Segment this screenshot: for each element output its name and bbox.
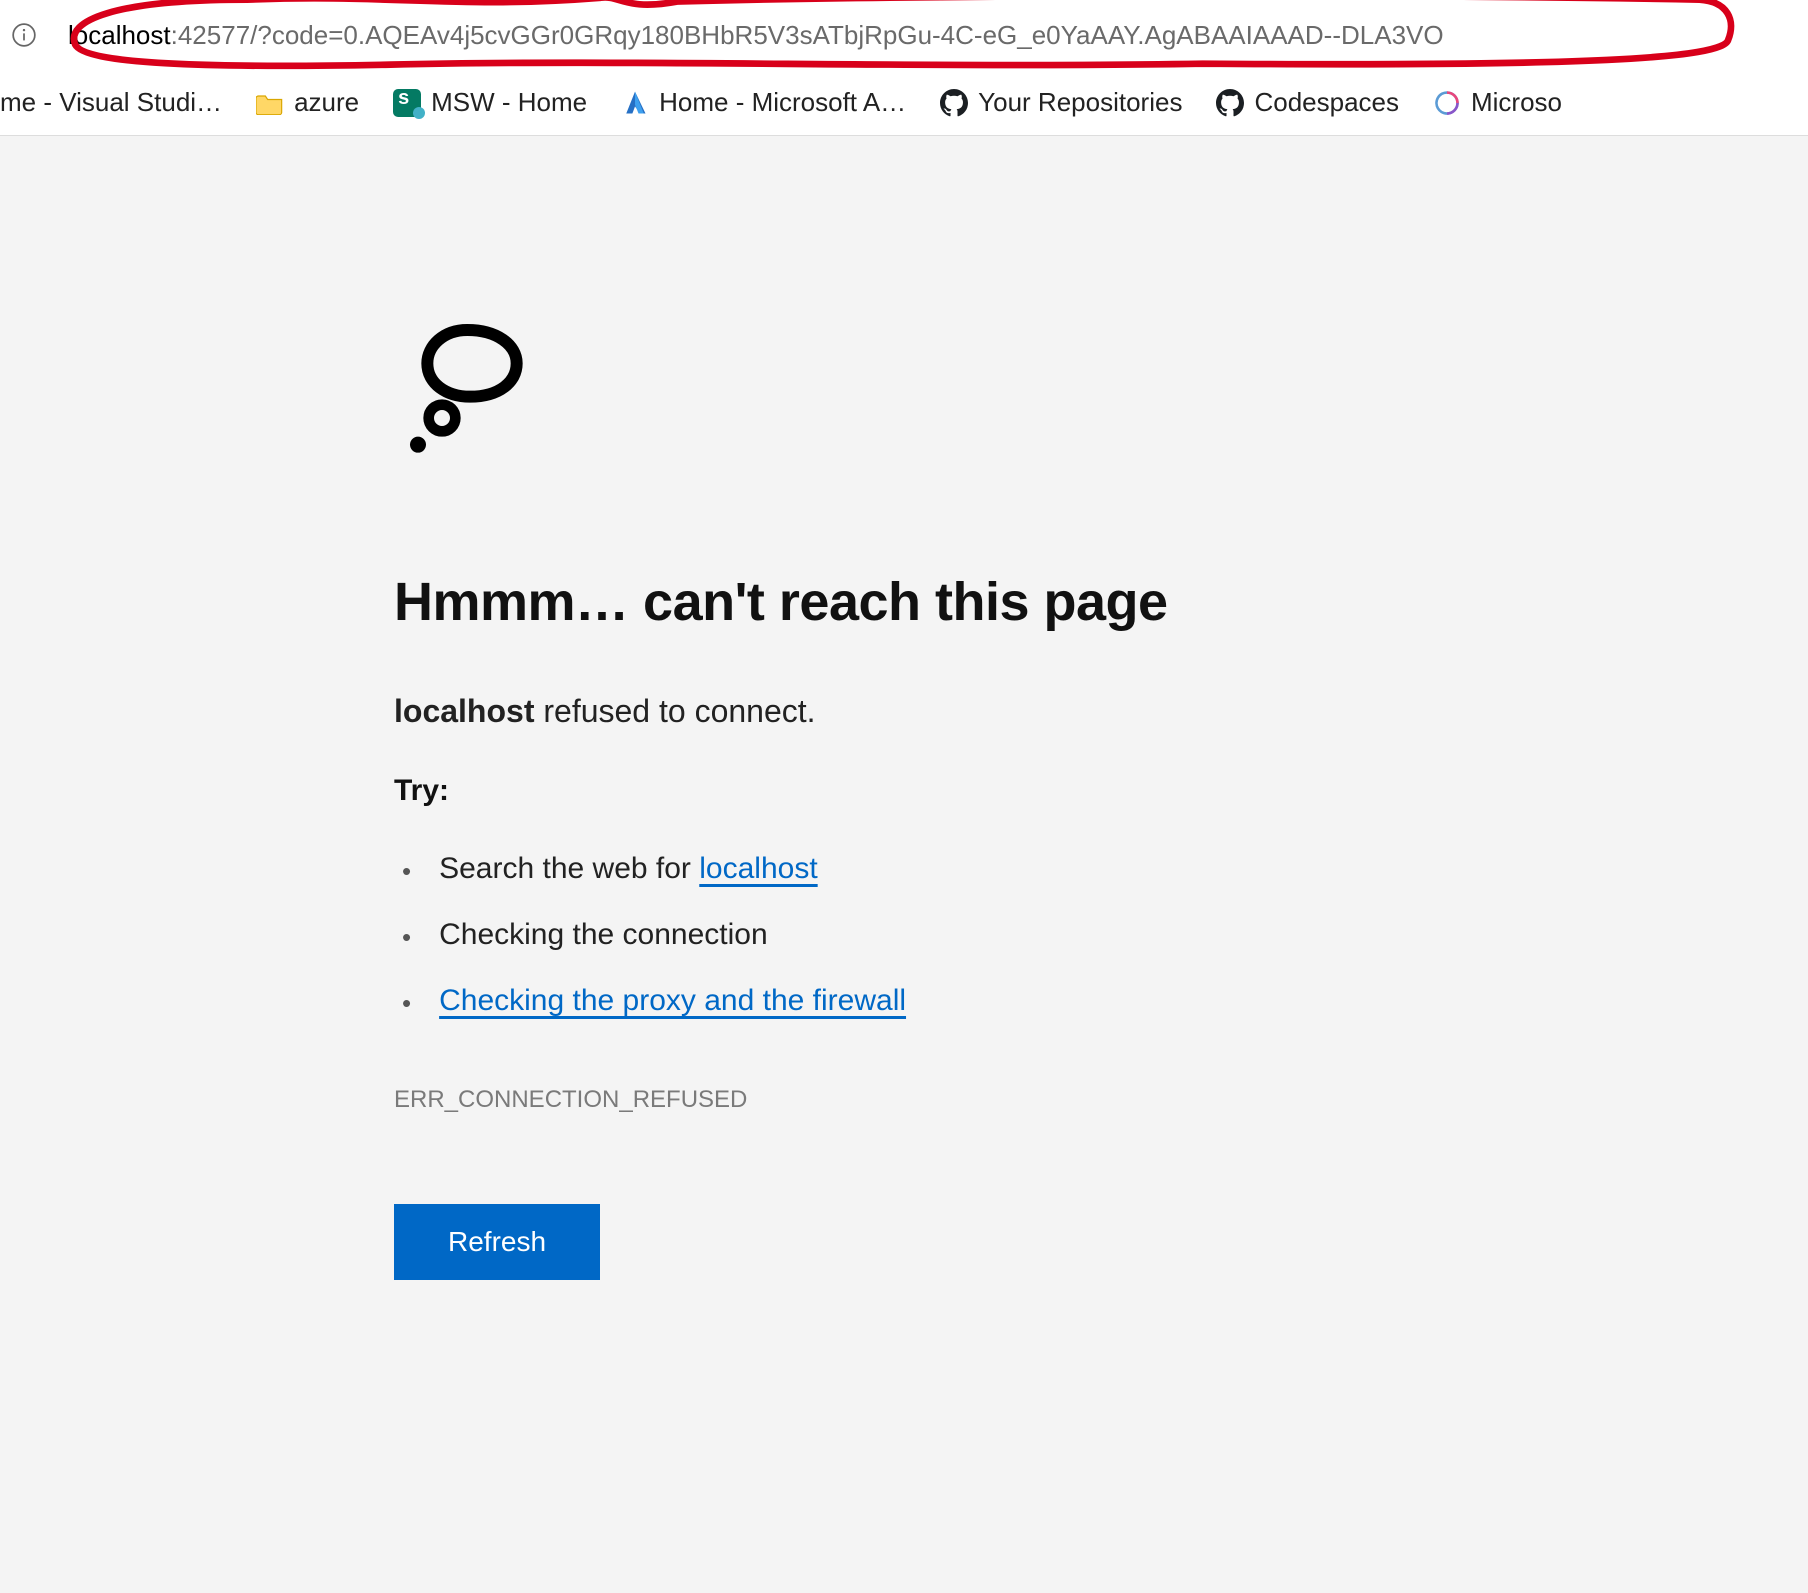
site-info-icon[interactable] [10, 21, 38, 49]
thought-bubble-icon [394, 306, 1414, 471]
copilot-icon [1433, 89, 1461, 117]
bookmark-azure-home[interactable]: Home - Microsoft A… [621, 87, 906, 118]
tip-connection: Checking the connection [394, 904, 1414, 970]
azure-icon [621, 89, 649, 117]
error-box: Hmmm… can't reach this page localhost re… [394, 306, 1414, 1280]
tip-search: Search the web for localhost [394, 838, 1414, 904]
address-bar-container: localhost:42577/?code=0.AQEAv4j5cvGGr0GR… [0, 0, 1808, 70]
error-headline: Hmmm… can't reach this page [394, 571, 1414, 633]
bookmark-label: Codespaces [1254, 87, 1399, 118]
error-page-content: Hmmm… can't reach this page localhost re… [0, 136, 1808, 1280]
refresh-button[interactable]: Refresh [394, 1204, 600, 1280]
tips-list: Search the web for localhost Checking th… [394, 838, 1414, 1036]
sharepoint-icon [393, 89, 421, 117]
try-label: Try: [394, 774, 1414, 808]
bookmark-label: Your Repositories [978, 87, 1182, 118]
tip-search-prefix: Search the web for [439, 852, 699, 885]
bookmark-your-repositories[interactable]: Your Repositories [940, 87, 1182, 118]
tip-proxy: Checking the proxy and the firewall [394, 970, 1414, 1036]
url-host: localhost [68, 20, 171, 51]
bookmark-label: MSW - Home [431, 87, 587, 118]
bookmarks-bar: me - Visual Studi… azure MSW - Home Home… [0, 70, 1808, 136]
address-bar[interactable]: localhost:42577/?code=0.AQEAv4j5cvGGr0GR… [50, 10, 1798, 60]
github-icon [940, 89, 968, 117]
url-path: :42577/?code=0.AQEAv4j5cvGGr0GRqy180BHbR… [171, 20, 1444, 51]
bookmark-label: Microso [1471, 87, 1562, 118]
bookmark-label: me - Visual Studi… [0, 87, 222, 118]
bookmark-azure-folder[interactable]: azure [256, 87, 359, 118]
bookmark-label: Home - Microsoft A… [659, 87, 906, 118]
proxy-firewall-link[interactable]: Checking the proxy and the firewall [439, 984, 906, 1018]
error-code: ERR_CONNECTION_REFUSED [394, 1086, 1414, 1114]
error-subline: localhost refused to connect. [394, 693, 1414, 730]
bookmark-codespaces[interactable]: Codespaces [1216, 87, 1399, 118]
bookmark-msw-home[interactable]: MSW - Home [393, 87, 587, 118]
error-refused-text: refused to connect. [534, 693, 815, 729]
bookmark-microsoft[interactable]: Microso [1433, 87, 1562, 118]
tip-connection-text: Checking the connection [439, 918, 768, 952]
error-host: localhost [394, 693, 534, 729]
bookmark-visual-studio[interactable]: me - Visual Studi… [0, 87, 222, 118]
bookmark-label: azure [294, 87, 359, 118]
github-icon [1216, 89, 1244, 117]
folder-icon [256, 89, 284, 117]
search-localhost-link[interactable]: localhost [699, 852, 817, 885]
